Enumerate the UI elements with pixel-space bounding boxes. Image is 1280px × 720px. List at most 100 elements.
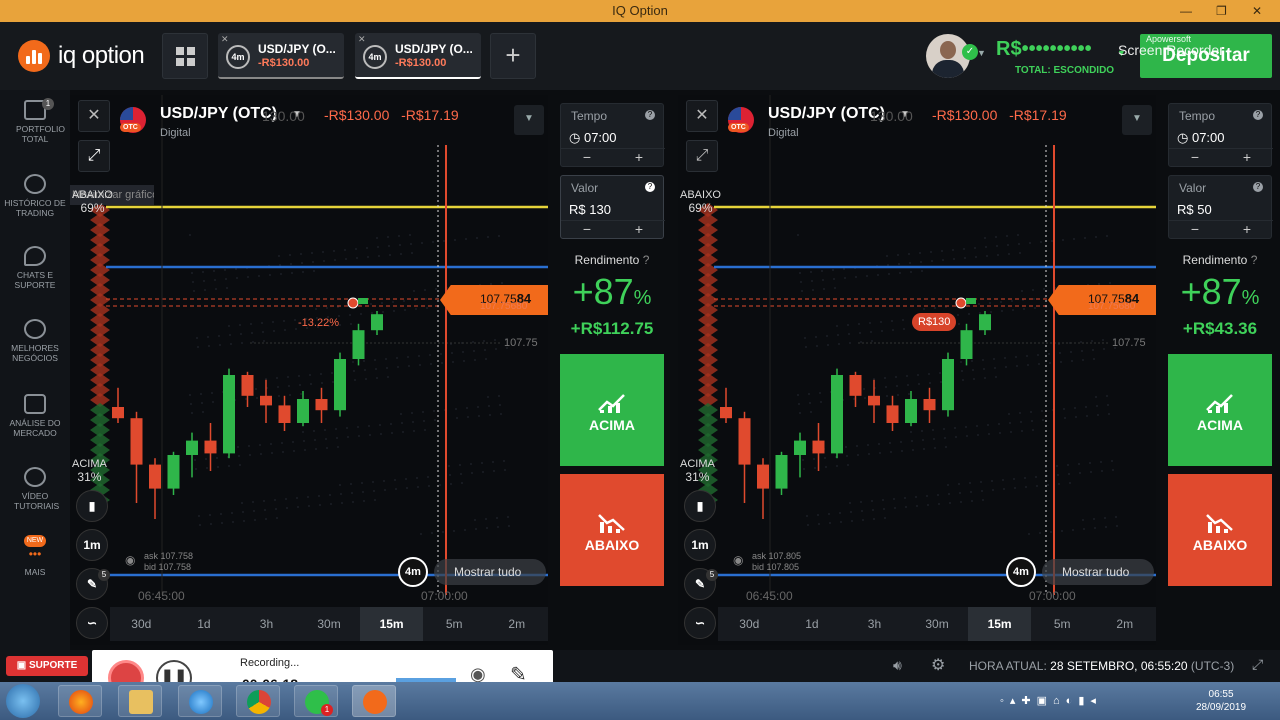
close-chart-button[interactable]: ✕ (686, 100, 718, 132)
grid-layout-button[interactable] (162, 33, 208, 79)
taskbar-whatsapp[interactable]: 1 (294, 685, 338, 717)
asset-tab-1[interactable]: ✕ 4m USD/JPY (O... -R$130.00 (218, 33, 344, 79)
timeframe-30m[interactable]: 30m (906, 607, 969, 641)
tab-close-icon[interactable]: ✕ (358, 34, 366, 45)
valor-minus-button[interactable]: − (1169, 221, 1221, 238)
taskbar-explorer[interactable] (118, 685, 162, 717)
map-dot (910, 431, 912, 433)
maximize-chart-button[interactable]: ⤢ (78, 140, 110, 172)
map-dot (805, 346, 807, 348)
volume-icon[interactable]: 🔊︎ (893, 657, 902, 674)
timeframe-1d[interactable]: 1d (781, 607, 844, 641)
minimize-button[interactable]: — (1180, 0, 1192, 22)
valor-plus-button[interactable]: + (1221, 221, 1273, 238)
sidebar-item-chats[interactable]: CHATS E SUPORTE (0, 246, 70, 290)
timeframe-3h[interactable]: 3h (843, 607, 906, 641)
maximize-chart-button[interactable]: ⤢ (686, 140, 718, 172)
asset-tab-2[interactable]: ✕ 4m USD/JPY (O... -R$130.00 (355, 33, 481, 79)
map-dot (934, 447, 936, 449)
asset-pair-title[interactable]: USD/JPY (OTC) (160, 105, 277, 123)
help-icon[interactable]: ? (645, 182, 655, 192)
timeframe-15m[interactable]: 15m (360, 607, 423, 641)
timeframe-15m[interactable]: 15m (968, 607, 1031, 641)
tempo-plus-button[interactable]: + (1221, 149, 1273, 166)
help-icon[interactable]: ? (645, 110, 655, 120)
sidebar-item-video-tutorials[interactable]: VÍDEO TUTORIAIS (0, 467, 70, 511)
balance[interactable]: R$•••••••••• (996, 38, 1092, 61)
valor-input[interactable]: R$ 130 (569, 202, 611, 217)
help-icon[interactable]: ? (643, 253, 650, 267)
interval-button[interactable]: 1m (684, 529, 716, 561)
buy-down-button[interactable]: ABAIXO (1168, 474, 1272, 586)
timeframe-3h[interactable]: 3h (235, 607, 298, 641)
buy-up-button[interactable]: ACIMA (560, 354, 664, 466)
timeframe-5m[interactable]: 5m (423, 607, 486, 641)
help-icon[interactable]: ? (1253, 182, 1263, 192)
start-button[interactable] (6, 684, 40, 718)
timeframe-5m[interactable]: 5m (1031, 607, 1094, 641)
map-dot (196, 337, 198, 339)
valor-input[interactable]: R$ 50 (1177, 202, 1212, 217)
gear-icon[interactable]: ⚙ (931, 655, 945, 675)
chart-settings-dropdown[interactable]: ▼ (1122, 105, 1152, 135)
right-chart[interactable]: ✕ ⤢ OTC USD/JPY (OTC) ▼ 130.00 Digital -… (678, 95, 1156, 645)
fullscreen-icon[interactable]: ⤢ (1252, 656, 1263, 673)
timeframe-1d[interactable]: 1d (173, 607, 236, 641)
indicators-button[interactable]: ∽ (76, 607, 108, 639)
indicators-button[interactable]: ∽ (684, 607, 716, 639)
show-all-button[interactable]: Mostrar tudo (1042, 559, 1154, 585)
tempo-minus-button[interactable]: − (1169, 149, 1221, 166)
tempo-control[interactable]: Tempo ? ◷ 07:00 − + (1168, 103, 1273, 167)
profile-chevron-down-icon[interactable]: ▼ (977, 48, 986, 58)
interval-button[interactable]: 1m (76, 529, 108, 561)
taskbar-iqoption[interactable] (352, 685, 396, 717)
valor-control[interactable]: Valor ? R$ 50 − + (1168, 175, 1273, 239)
tempo-control[interactable]: Tempo ? ◷ 07:00 − + (560, 103, 665, 167)
ask-bid-info-icon[interactable]: ◉ (733, 553, 743, 567)
map-dot (273, 330, 275, 332)
support-button[interactable]: ▣ SUPORTE (6, 656, 88, 676)
map-dot (1005, 366, 1007, 368)
iq-option-logo[interactable]: iq option (18, 40, 145, 72)
timeframe-2m[interactable]: 2m (1093, 607, 1156, 641)
chart-type-button[interactable]: ▮ (684, 490, 716, 522)
taskbar-chrome[interactable] (236, 685, 280, 717)
map-dot (982, 359, 984, 361)
sidebar-item-history[interactable]: HISTÓRICO DE TRADING (0, 174, 70, 218)
close-chart-button[interactable]: ✕ (78, 100, 110, 132)
timeframe-30d[interactable]: 30d (718, 607, 781, 641)
system-tray-icons[interactable]: ◦▴✚▣⌂◐▮◂ (1000, 694, 1102, 707)
chart-settings-dropdown[interactable]: ▼ (514, 105, 544, 135)
map-dot (979, 312, 981, 314)
tempo-plus-button[interactable]: + (613, 149, 665, 166)
asset-pair-title[interactable]: USD/JPY (OTC) (768, 105, 885, 123)
maximize-button[interactable]: ❐ (1216, 0, 1227, 22)
sidebar-item-top-deals[interactable]: MELHORES NEGÓCIOS (0, 319, 70, 363)
timeframe-30d[interactable]: 30d (110, 607, 173, 641)
buy-down-button[interactable]: ABAIXO (560, 474, 664, 586)
sidebar-item-market-analysis[interactable]: ANÁLISE DO MERCADO (0, 394, 70, 438)
valor-plus-button[interactable]: + (613, 221, 665, 238)
help-icon[interactable]: ? (1251, 253, 1258, 267)
avatar[interactable] (926, 34, 970, 78)
ask-bid-info-icon[interactable]: ◉ (125, 553, 135, 567)
help-icon[interactable]: ? (1253, 110, 1263, 120)
timeframe-30m[interactable]: 30m (298, 607, 361, 641)
valor-control[interactable]: Valor ? R$ 130 − + (560, 175, 665, 239)
close-window-button[interactable]: ✕ (1252, 0, 1262, 22)
left-chart[interactable]: ✕ ⤢ Maximizar gráfico OTC USD/JPY (OTC) … (70, 95, 548, 645)
tab-close-icon[interactable]: ✕ (221, 34, 229, 45)
add-asset-button[interactable]: + (490, 33, 536, 79)
timeframe-2m[interactable]: 2m (485, 607, 548, 641)
valor-minus-button[interactable]: − (561, 221, 613, 238)
sidebar-item-more[interactable]: NEW ••• MAIS (0, 534, 70, 577)
sidebar-item-portfolio[interactable]: 1 PORTFOLIO TOTAL (0, 98, 70, 144)
show-all-button[interactable]: Mostrar tudo (434, 559, 546, 585)
taskbar-firefox[interactable] (58, 685, 102, 717)
taskbar-clock[interactable]: 06:55 28/09/2019 (1196, 688, 1246, 714)
map-dot (313, 430, 315, 432)
tempo-minus-button[interactable]: − (561, 149, 613, 166)
chart-type-button[interactable]: ▮ (76, 490, 108, 522)
taskbar-ie[interactable] (178, 685, 222, 717)
buy-up-button[interactable]: ACIMA (1168, 354, 1272, 466)
